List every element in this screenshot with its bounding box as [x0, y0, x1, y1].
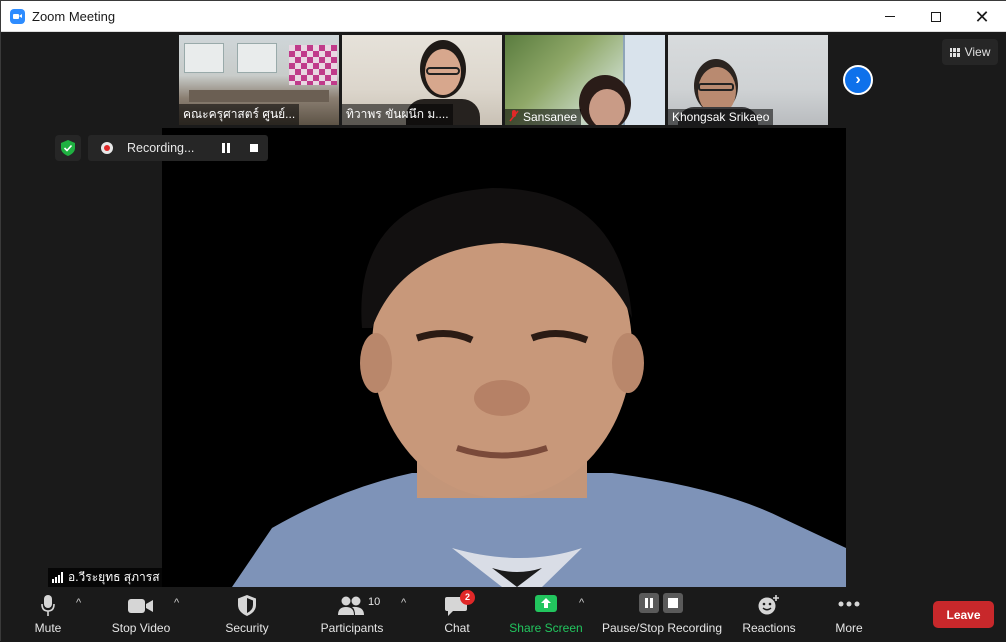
participants-icon	[338, 596, 364, 615]
wall-pattern	[289, 45, 337, 85]
chat-unread-badge: 2	[460, 590, 475, 605]
audio-options-chevron-icon[interactable]: ^	[76, 597, 81, 609]
more-label: More	[835, 621, 863, 635]
recording-status: Recording...	[127, 141, 195, 155]
close-button[interactable]: ✕	[959, 1, 1005, 32]
more-button[interactable]: More	[829, 587, 869, 642]
video-options-chevron-icon[interactable]: ^	[174, 597, 179, 609]
window-title: Zoom Meeting	[32, 9, 116, 24]
pause-stop-recording-button[interactable]: Pause/Stop Recording	[600, 587, 724, 642]
security-label: Security	[225, 621, 269, 635]
encryption-badge[interactable]	[55, 135, 81, 161]
view-button[interactable]: View	[942, 39, 998, 65]
chat-button[interactable]: 2 Chat	[437, 587, 477, 642]
speaker-video-frame	[162, 128, 846, 587]
participant-name: ทิวาพร ขันผนึก ม....	[342, 104, 453, 125]
participant-thumbnail[interactable]: Sansanee	[505, 35, 665, 125]
grid-view-icon	[949, 47, 960, 57]
glasses	[426, 67, 460, 75]
participant-thumbnail[interactable]: ทิวาพร ขันผนึก ม....	[342, 35, 502, 125]
stop-video-button[interactable]: Stop Video	[105, 587, 177, 642]
table	[189, 90, 329, 102]
share-screen-label: Share Screen	[509, 621, 583, 635]
stop-recording-icon[interactable]	[250, 144, 258, 152]
participant-name: คณะครุศาสตร์ ศูนย์...	[179, 104, 300, 125]
shield-icon	[238, 595, 256, 616]
next-page-button[interactable]: ›	[843, 65, 873, 95]
pause-recording-icon[interactable]	[222, 143, 231, 153]
maximize-button[interactable]	[913, 1, 959, 32]
participants-count: 10	[368, 596, 381, 608]
title-bar: Zoom Meeting ✕	[1, 1, 1006, 32]
shield-check-icon	[61, 140, 75, 156]
window-panel	[237, 43, 277, 73]
zoom-window: Zoom Meeting ✕ คณะครุศาสตร์ ศูนย์... ทิว…	[0, 0, 1006, 642]
participants-button[interactable]: 10 Participants	[315, 587, 389, 642]
muted-mic-icon	[509, 110, 519, 122]
share-screen-button[interactable]: Share Screen	[506, 587, 586, 642]
pause-icon	[639, 593, 659, 613]
stop-icon	[663, 593, 683, 613]
share-screen-icon	[535, 595, 557, 612]
smiley-reaction-icon	[758, 595, 779, 615]
zoom-app-icon	[10, 9, 25, 24]
active-speaker-label: อ.วีระยุทธ สุภารส	[48, 568, 165, 587]
mute-button[interactable]: Mute	[21, 587, 75, 642]
microphone-icon	[41, 595, 55, 616]
reactions-button[interactable]: Reactions	[739, 587, 799, 642]
leave-button[interactable]: Leave	[933, 601, 994, 628]
minimize-button[interactable]	[867, 1, 913, 32]
chat-label: Chat	[444, 621, 470, 635]
more-dots-icon	[838, 601, 860, 607]
participant-thumbnail[interactable]: คณะครุศาสตร์ ศูนย์...	[179, 35, 339, 125]
recording-indicator: Recording...	[88, 135, 268, 161]
window-panel	[184, 43, 224, 73]
view-label: View	[964, 45, 991, 59]
share-options-chevron-icon[interactable]: ^	[579, 597, 584, 609]
active-speaker-video	[162, 128, 846, 587]
minimize-icon	[885, 16, 895, 17]
security-button[interactable]: Security	[217, 587, 277, 642]
chevron-right-icon: ›	[855, 71, 861, 88]
participant-name: Khongsak Srikaeo	[668, 109, 774, 125]
participants-options-chevron-icon[interactable]: ^	[401, 597, 406, 609]
stop-video-label: Stop Video	[111, 621, 171, 635]
participants-label: Participants	[320, 621, 384, 635]
mute-label: Mute	[34, 621, 62, 635]
participant-thumbnail[interactable]: Khongsak Srikaeo	[668, 35, 828, 125]
pause-stop-recording-label: Pause/Stop Recording	[601, 621, 723, 635]
glasses	[698, 83, 734, 91]
signal-strength-icon	[52, 572, 63, 583]
meeting-toolbar: Mute ^ Stop Video ^ Security 10 Particip…	[1, 587, 1006, 642]
reactions-label: Reactions	[742, 621, 796, 635]
participant-face	[589, 89, 625, 125]
recording-dot-icon	[101, 142, 113, 154]
meeting-area: คณะครุศาสตร์ ศูนย์... ทิวาพร ขันผนึก ม..…	[1, 32, 1006, 587]
video-camera-icon	[128, 599, 153, 613]
close-icon: ✕	[974, 6, 990, 27]
active-speaker-name: อ.วีระยุทธ สุภารส	[68, 570, 160, 584]
maximize-icon	[931, 11, 941, 22]
